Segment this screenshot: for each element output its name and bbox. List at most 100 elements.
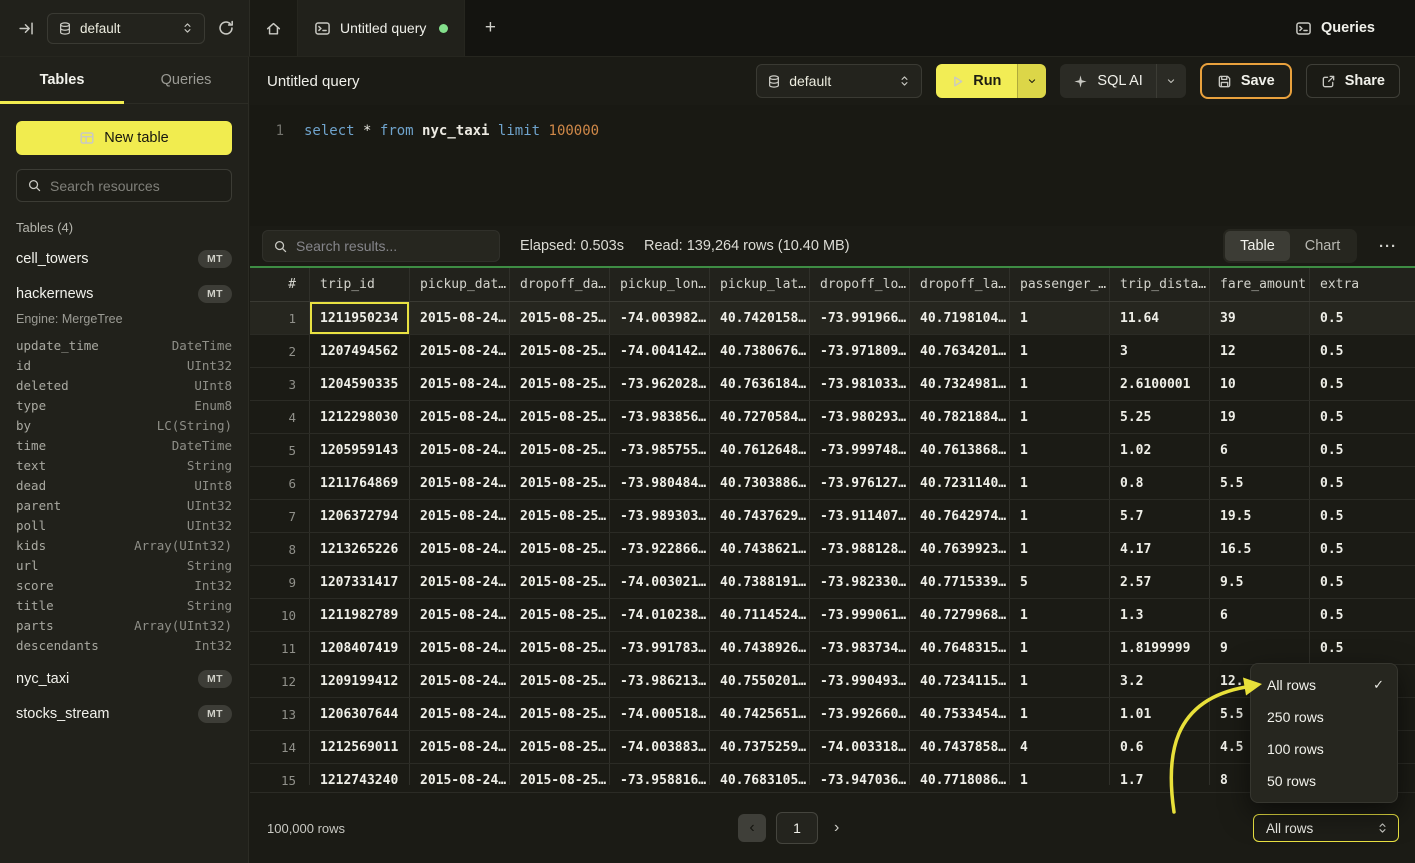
row-index[interactable]: 12: [250, 665, 310, 697]
cell[interactable]: -73.991783…: [610, 632, 710, 664]
row-index[interactable]: 10: [250, 599, 310, 631]
cell[interactable]: 40.7639923…: [910, 533, 1010, 565]
cell[interactable]: 40.7715339…: [910, 566, 1010, 598]
column-row[interactable]: descendantsInt32: [16, 635, 232, 655]
cell[interactable]: -73.981033…: [810, 368, 910, 400]
cell[interactable]: 5.7: [1110, 500, 1210, 532]
cell[interactable]: 6: [1210, 434, 1310, 466]
cell[interactable]: -74.004142…: [610, 335, 710, 367]
row-index[interactable]: 15: [250, 764, 310, 785]
cell[interactable]: 2015-08-24…: [410, 665, 510, 697]
cell[interactable]: 40.7198104…: [910, 302, 1010, 334]
cell[interactable]: 40.7388191…: [710, 566, 810, 598]
cell[interactable]: 2015-08-24…: [410, 566, 510, 598]
cell[interactable]: 0.6: [1110, 731, 1210, 763]
table-row[interactable]: 1312063076442015-08-24…2015-08-25…-74.00…: [250, 698, 1415, 731]
column-header[interactable]: dropoff_da…: [510, 268, 610, 301]
row-index[interactable]: 2: [250, 335, 310, 367]
cell[interactable]: 2015-08-25…: [510, 665, 610, 697]
cell[interactable]: 3: [1110, 335, 1210, 367]
cell[interactable]: 1: [1010, 467, 1110, 499]
table-row[interactable]: 112119502342015-08-24…2015-08-25…-74.003…: [250, 302, 1415, 335]
cell[interactable]: 2015-08-24…: [410, 599, 510, 631]
cell[interactable]: 40.7437858…: [910, 731, 1010, 763]
cell[interactable]: -73.976127…: [810, 467, 910, 499]
cell[interactable]: 2015-08-25…: [510, 401, 610, 433]
cell[interactable]: 1212569011: [310, 731, 410, 763]
table-row[interactable]: 1112084074192015-08-24…2015-08-25…-73.99…: [250, 632, 1415, 665]
column-row[interactable]: byLC(String): [16, 415, 232, 435]
table-row[interactable]: 812132652262015-08-24…2015-08-25…-73.922…: [250, 533, 1415, 566]
row-index[interactable]: 4: [250, 401, 310, 433]
cell[interactable]: 2015-08-25…: [510, 566, 610, 598]
sidebar-table-cell_towers[interactable]: cell_towersMT: [16, 248, 232, 270]
cell[interactable]: -74.003318…: [810, 731, 910, 763]
cell[interactable]: 40.7234115…: [910, 665, 1010, 697]
cell[interactable]: 40.7648315…: [910, 632, 1010, 664]
column-header[interactable]: trip_dista…: [1110, 268, 1210, 301]
cell[interactable]: 1209199412: [310, 665, 410, 697]
cell[interactable]: 40.7438926…: [710, 632, 810, 664]
cell[interactable]: 0.5: [1310, 434, 1415, 466]
cell[interactable]: 2015-08-24…: [410, 335, 510, 367]
table-row[interactable]: 312045903352015-08-24…2015-08-25…-73.962…: [250, 368, 1415, 401]
cell[interactable]: 2015-08-24…: [410, 302, 510, 334]
table-row[interactable]: 412122980302015-08-24…2015-08-25…-73.983…: [250, 401, 1415, 434]
cell[interactable]: 19.5: [1210, 500, 1310, 532]
table-row[interactable]: 1412125690112015-08-24…2015-08-25…-74.00…: [250, 731, 1415, 764]
cell[interactable]: 2.57: [1110, 566, 1210, 598]
column-row[interactable]: kidsArray(UInt32): [16, 535, 232, 555]
cell[interactable]: 2015-08-25…: [510, 302, 610, 334]
cell[interactable]: 2015-08-25…: [510, 467, 610, 499]
cell[interactable]: 1213265226: [310, 533, 410, 565]
cell[interactable]: 5.25: [1110, 401, 1210, 433]
table-row[interactable]: 1512127432402015-08-24…2015-08-25…-73.95…: [250, 764, 1415, 785]
cell[interactable]: 1: [1010, 665, 1110, 697]
cell[interactable]: -73.971809…: [810, 335, 910, 367]
table-row[interactable]: 1212091994122015-08-24…2015-08-25…-73.98…: [250, 665, 1415, 698]
search-results-input[interactable]: [296, 238, 489, 254]
column-header[interactable]: trip_id: [310, 268, 410, 301]
cell[interactable]: 5.5: [1210, 467, 1310, 499]
cell[interactable]: 3.2: [1110, 665, 1210, 697]
search-resources-input[interactable]: [50, 178, 231, 194]
cell[interactable]: 1.8199999: [1110, 632, 1210, 664]
next-page-button[interactable]: ›: [828, 819, 845, 837]
cell[interactable]: 40.7375259…: [710, 731, 810, 763]
cell[interactable]: -74.003021…: [610, 566, 710, 598]
cell[interactable]: 0.8: [1110, 467, 1210, 499]
cell[interactable]: 40.7533454…: [910, 698, 1010, 730]
cell[interactable]: 19: [1210, 401, 1310, 433]
row-index[interactable]: 3: [250, 368, 310, 400]
cell[interactable]: 1: [1010, 335, 1110, 367]
cell[interactable]: 0.5: [1310, 302, 1415, 334]
cell[interactable]: 0.5: [1310, 632, 1415, 664]
column-row[interactable]: partsArray(UInt32): [16, 615, 232, 635]
view-tab-chart[interactable]: Chart: [1290, 231, 1355, 261]
row-index[interactable]: 8: [250, 533, 310, 565]
cell[interactable]: 1: [1010, 698, 1110, 730]
tab-untitled-query[interactable]: Untitled query: [298, 0, 465, 56]
sidebar-table-hackernews[interactable]: hackernewsMT: [16, 283, 232, 305]
table-row[interactable]: 712063727942015-08-24…2015-08-25…-73.989…: [250, 500, 1415, 533]
cell[interactable]: 40.7642974…: [910, 500, 1010, 532]
cell[interactable]: -74.003883…: [610, 731, 710, 763]
page-size-selector[interactable]: All rows: [1253, 814, 1399, 842]
cell[interactable]: 1.3: [1110, 599, 1210, 631]
cell[interactable]: 2015-08-25…: [510, 599, 610, 631]
cell[interactable]: 2015-08-24…: [410, 368, 510, 400]
cell[interactable]: 2015-08-24…: [410, 764, 510, 785]
cell[interactable]: 0.5: [1310, 566, 1415, 598]
cell[interactable]: 4: [1010, 731, 1110, 763]
cell[interactable]: -73.983856…: [610, 401, 710, 433]
cell[interactable]: -73.983734…: [810, 632, 910, 664]
cell[interactable]: 40.7270584…: [710, 401, 810, 433]
cell[interactable]: 40.7612648…: [710, 434, 810, 466]
column-header[interactable]: extra: [1310, 268, 1415, 301]
cell[interactable]: 39: [1210, 302, 1310, 334]
cell[interactable]: 9: [1210, 632, 1310, 664]
column-row[interactable]: textString: [16, 455, 232, 475]
query-database-selector[interactable]: default: [756, 64, 922, 98]
cell[interactable]: 40.7425651…: [710, 698, 810, 730]
cell[interactable]: 1.01: [1110, 698, 1210, 730]
